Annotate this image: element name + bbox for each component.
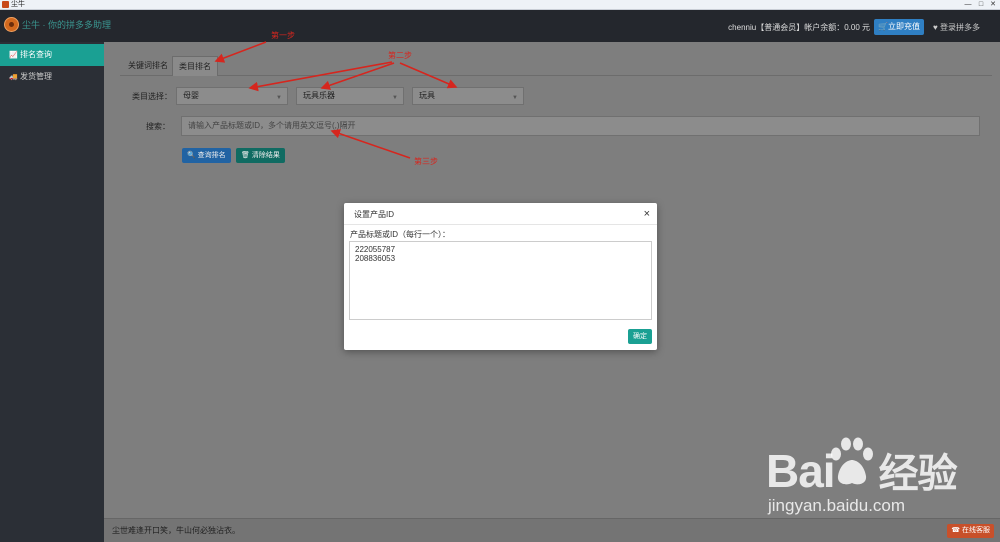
category-label: 类目选择：	[132, 92, 172, 101]
recharge-label: 立即充值	[887, 22, 920, 31]
sidebar-item-rank-query[interactable]: 📈 排名查询	[0, 44, 104, 66]
truck-icon: 🚚	[9, 74, 18, 81]
app-icon	[2, 1, 9, 8]
minimize-button[interactable]: —	[962, 0, 974, 10]
maximize-button[interactable]: □	[975, 0, 987, 10]
confirm-button[interactable]: 确定	[628, 329, 652, 344]
query-rank-label: 查询排名	[197, 152, 226, 159]
footer-quote: 尘世难逢开口笑，牛山何必独沾衣。	[112, 526, 240, 535]
category-select-1[interactable]: 母婴 ▼	[176, 87, 288, 105]
close-icon[interactable]: ×	[644, 207, 650, 221]
sidebar-item-label: 排名查询	[20, 50, 52, 59]
query-rank-button[interactable]: 🔍 查询排名	[182, 148, 231, 163]
dialog-title: 设置产品ID	[354, 210, 394, 219]
trash-icon: 🗑	[241, 152, 250, 159]
product-id-label: 产品标题或ID（每行一个）：	[350, 230, 450, 239]
sidebar-item-shipping[interactable]: 🚚 发货管理	[0, 66, 104, 88]
baidu-watermark-text: Bai	[766, 445, 836, 497]
search-label: 搜索：	[146, 122, 170, 131]
footer: 尘世难逢开口笑，牛山何必独沾衣。 ☎ 在线客服	[104, 518, 1000, 542]
search-input[interactable]: 请输入产品标题或ID，多个请用英文逗号(,)隔开	[181, 116, 980, 136]
category-select-2-value: 玩具乐器	[303, 91, 335, 100]
sidebar-item-label: 发货管理	[20, 72, 52, 81]
chevron-down-icon: ▼	[392, 95, 398, 101]
online-support-label: 在线客服	[962, 527, 990, 534]
brand-title: 尘牛 · 你的拼多多助理	[22, 20, 111, 30]
chevron-down-icon: ▼	[276, 95, 282, 101]
clear-results-label: 清除结果	[251, 152, 280, 159]
phone-icon: ☎	[951, 527, 961, 534]
chevron-down-icon: ▼	[512, 95, 518, 101]
close-window-button[interactable]: ✕	[987, 0, 999, 10]
annotation-step3: 第三步	[414, 157, 438, 166]
annotation-step2: 第二步	[388, 51, 412, 60]
baidu-watermark-suffix: 经验	[878, 451, 958, 497]
category-select-3[interactable]: 玩具 ▼	[412, 87, 524, 105]
dialog-header: 设置产品ID ×	[344, 203, 657, 225]
category-select-3-value: 玩具	[419, 91, 435, 100]
baidu-watermark-logo: Bai 经验	[766, 445, 958, 499]
set-product-id-dialog: 设置产品ID × 产品标题或ID（每行一个）： 222055787 208836…	[344, 203, 657, 350]
category-select-1-value: 母婴	[183, 91, 199, 100]
product-id-textarea[interactable]: 222055787 208836053	[349, 241, 652, 320]
window-titlebar: 尘牛 — □ ✕	[0, 0, 1000, 10]
user-account-info: chenniu【普通会员】帐户余额：0.00 元	[728, 23, 870, 32]
logo-icon	[4, 17, 19, 32]
chart-icon: 📈	[9, 52, 18, 59]
category-select-2[interactable]: 玩具乐器 ▼	[296, 87, 404, 105]
search-icon: 🔍	[187, 152, 196, 159]
login-label: 登录拼多多	[940, 23, 980, 32]
recharge-button[interactable]: 🛒立即充值	[874, 19, 924, 35]
tab-keyword-rank[interactable]: 关键词排名	[122, 56, 174, 76]
login-pinduoduo-link[interactable]: ♥ 登录拼多多	[933, 22, 980, 34]
window-title: 尘牛	[11, 1, 25, 8]
clear-results-button[interactable]: 🗑 清除结果	[236, 148, 285, 163]
heart-icon: ♥	[933, 23, 938, 32]
cart-icon: 🛒	[878, 22, 888, 31]
sidebar: 📈 排名查询 🚚 发货管理	[0, 42, 104, 542]
tab-category-rank[interactable]: 类目排名	[172, 56, 218, 76]
baidu-watermark-url: jingyan.baidu.com	[768, 496, 906, 515]
app-header: 尘牛 · 你的拼多多助理 chenniu【普通会员】帐户余额：0.00 元 🛒立…	[0, 10, 1000, 42]
tab-bar: 关键词排名 类目排名	[120, 56, 992, 76]
online-support-button[interactable]: ☎ 在线客服	[947, 524, 994, 538]
annotation-step1: 第一步	[271, 31, 295, 40]
